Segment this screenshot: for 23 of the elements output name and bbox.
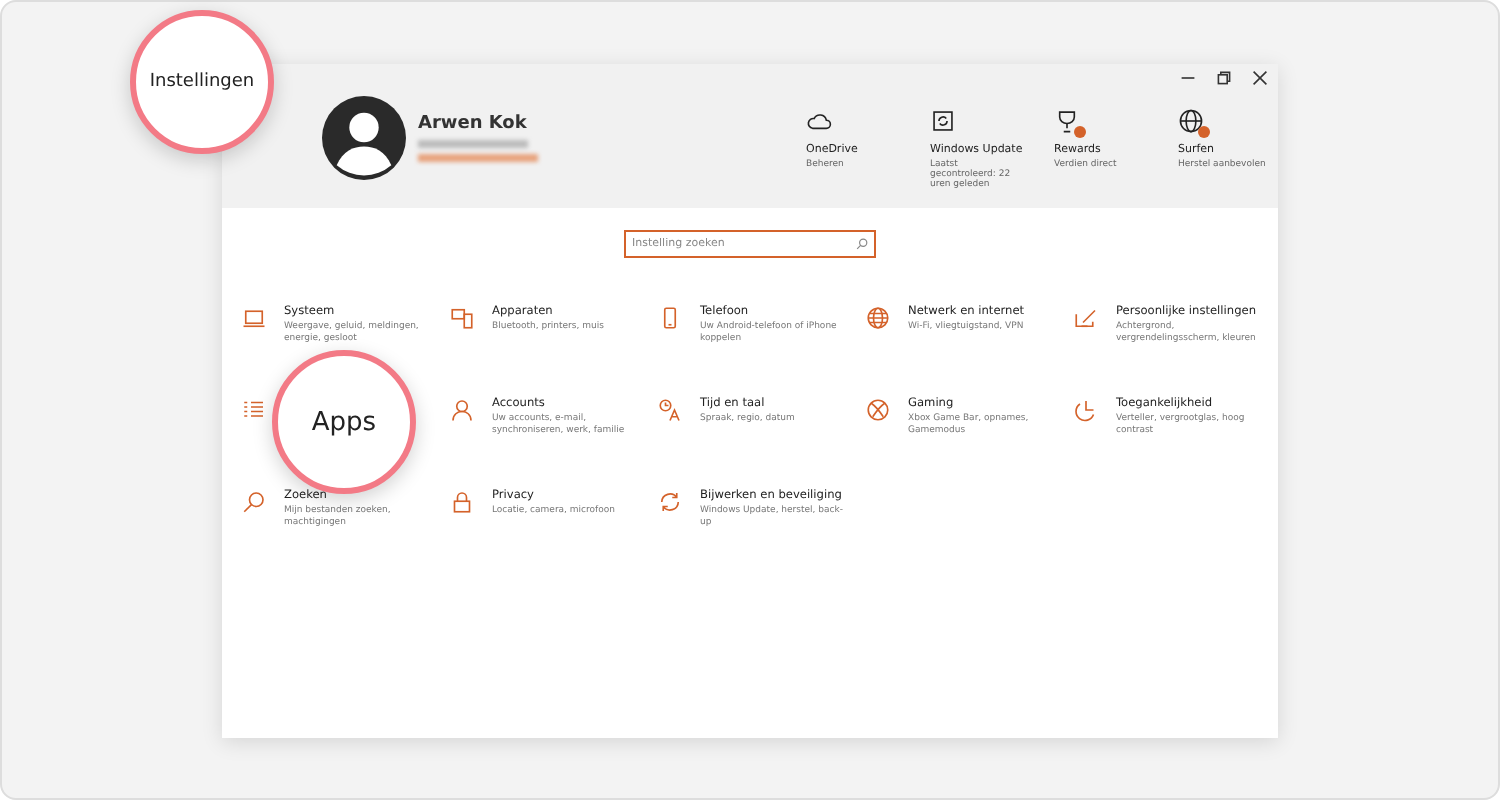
sync-icon (658, 490, 682, 514)
magnifier-callout: Instellingen (130, 10, 274, 154)
globe-icon (866, 306, 890, 330)
avatar-icon (322, 96, 406, 180)
blurred-email (418, 140, 528, 148)
cloud-icon (806, 108, 832, 134)
access-icon (1074, 398, 1098, 422)
trophy-icon (1054, 108, 1080, 134)
search-icon (242, 490, 266, 514)
phone-icon (658, 306, 682, 330)
laptop-icon (242, 306, 266, 330)
language-icon (658, 398, 682, 422)
globe-icon (1178, 108, 1204, 134)
xbox-icon (866, 398, 890, 422)
devices-icon (450, 306, 474, 330)
update-icon (930, 108, 956, 134)
search-icon (856, 238, 868, 250)
list-icon (242, 398, 266, 422)
account-name: Arwen Kok (418, 114, 529, 134)
lock-icon (450, 490, 474, 514)
person-icon (450, 398, 474, 422)
close-icon[interactable] (1252, 70, 1268, 86)
restore-icon[interactable] (1216, 70, 1232, 86)
